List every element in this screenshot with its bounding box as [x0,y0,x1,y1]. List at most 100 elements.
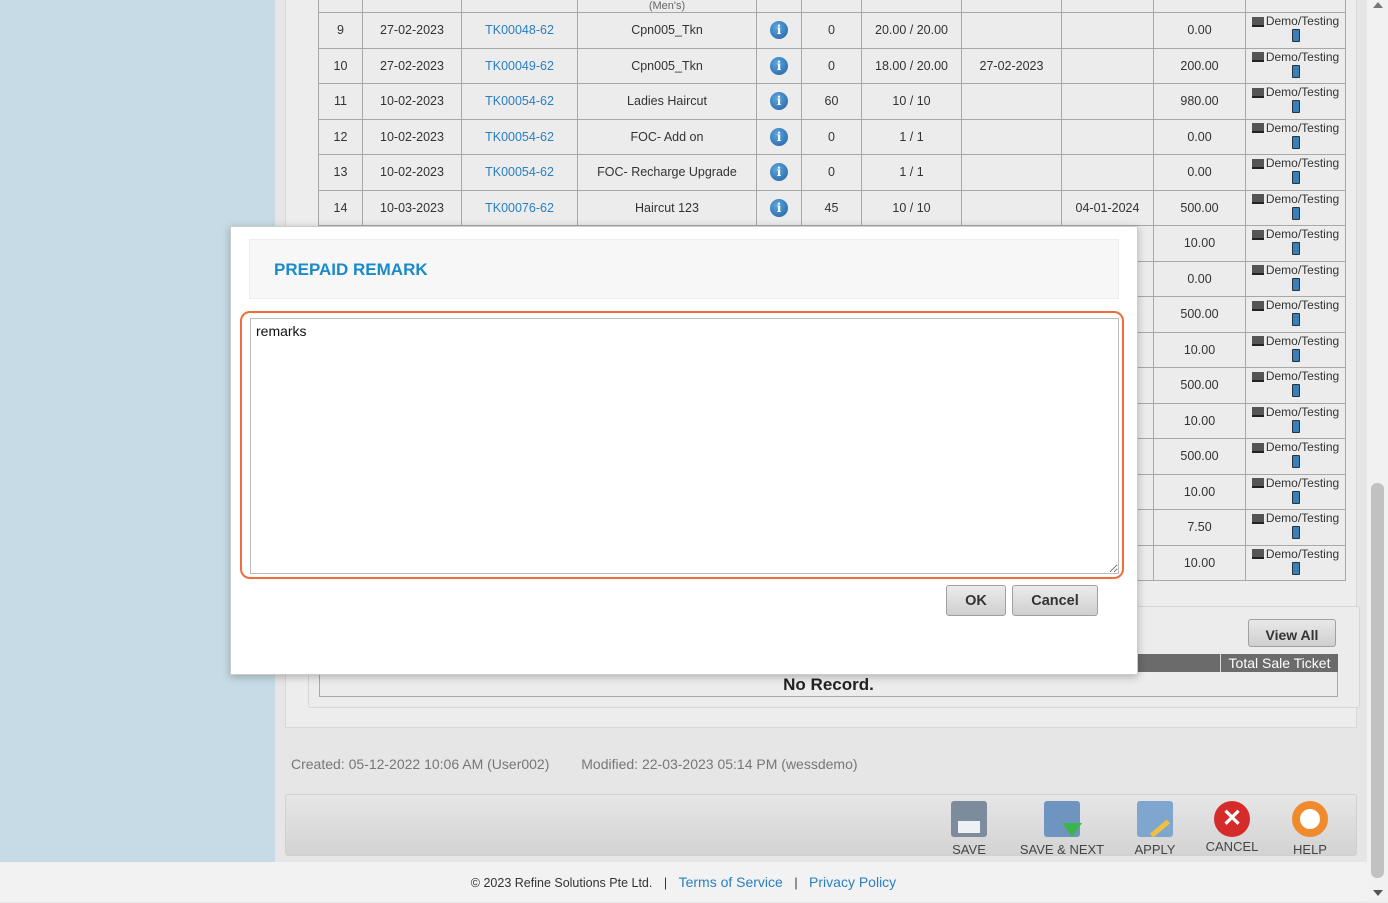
ticket-link[interactable]: TK00054-62 [461,118,578,155]
agent-row: Demo/Testing [1246,156,1345,171]
cell-expiry [1061,118,1154,155]
lifebuoy-icon [1292,801,1328,837]
ticket-link[interactable]: TK00054-62 [461,83,578,120]
cell-amount: 0.00 [1153,154,1246,191]
table-row: 14 10-03-2023 TK00076-62 Haircut 123 i 45 10 /… [318,189,1346,226]
cell-amount: 500.00 [1153,296,1246,333]
agent-info: Demo/Testing [1246,334,1345,366]
agent-name: Demo/Testing [1265,404,1340,419]
agent-name: Demo/Testing [1265,227,1340,242]
partial-cell: (Men's) [577,0,757,13]
agent-row: Demo/Testing [1246,121,1345,136]
partial-cell [961,0,1062,13]
cancel-toolbar-button[interactable]: ✕ CANCEL [1192,801,1272,854]
agent-cell: Demo/Testing [1245,296,1346,333]
phone-icon [1291,100,1300,114]
cell-amount: 10.00 [1153,473,1246,510]
total-sale-ticket-header: Total Sale Ticket [1220,654,1338,672]
laptop-icon [1251,87,1264,98]
phone-icon [1291,64,1300,78]
info-icon[interactable]: i [770,163,788,182]
cell-amount: 500.00 [1153,367,1246,404]
partial-cell [1153,0,1246,13]
laptop-icon [1251,194,1264,205]
phone-icon [1291,455,1300,469]
scroll-down-arrow-icon[interactable] [1373,890,1383,896]
privacy-policy-link[interactable]: Privacy Policy [809,874,896,890]
info-icon[interactable]: i [770,21,788,40]
cell-qty: 60 [801,83,862,120]
scroll-thumb[interactable] [1371,483,1384,878]
cell-amount: 10.00 [1153,402,1246,439]
phone-icon [1291,277,1300,291]
cell-amount: 10.00 [1153,544,1246,581]
agent-info: Demo/Testing [1246,298,1345,330]
agent-row: Demo/Testing [1246,476,1345,491]
cell-date: 10-02-2023 [362,118,462,155]
agent-name: Demo/Testing [1265,14,1340,29]
laptop-icon [1251,407,1264,418]
table-row: 10 27-02-2023 TK00049-62 Cpn005_Tkn i 0 18.00 … [318,47,1346,84]
laptop-icon [1251,265,1264,276]
cell-expiry [1061,12,1154,49]
ok-button[interactable]: OK [946,585,1006,616]
save-label: SAVE [952,842,986,857]
agent-cell: Demo/Testing [1245,83,1346,120]
agent-cell: Demo/Testing [1245,225,1346,262]
cell-expiry [1061,83,1154,120]
phone-icon [1291,135,1300,149]
info-icon[interactable]: i [770,127,788,146]
save-button[interactable]: SAVE [929,801,1009,857]
ticket-link[interactable]: TK00076-62 [461,189,578,226]
cell-date: 10-02-2023 [362,154,462,191]
agent-cell: Demo/Testing [1245,402,1346,439]
cell-expiry [1061,154,1154,191]
cell-amount: 500.00 [1153,189,1246,226]
cell-amount: 0.00 [1153,12,1246,49]
phone-icon [1291,561,1300,575]
agent-cell: Demo/Testing [1245,544,1346,581]
view-all-button[interactable]: View All [1248,619,1336,647]
agent-name: Demo/Testing [1265,475,1340,490]
agent-name: Demo/Testing [1265,49,1340,64]
cell-qty: 0 [801,118,862,155]
page-scrollbar[interactable] [1367,0,1388,902]
prepaid-remark-dialog: PREPAID REMARK remarks OK Cancel [230,226,1138,675]
agent-cell: Demo/Testing [1245,47,1346,84]
ticket-link[interactable]: TK00048-62 [461,12,578,49]
cell-no: 12 [318,118,363,155]
cell-expiry: 04-01-2024 [1061,189,1154,226]
agent-info: Demo/Testing [1246,547,1345,579]
dialog-title: PREPAID REMARK [274,260,428,279]
agent-row: Demo/Testing [1246,440,1345,455]
info-cell: i [756,47,802,84]
scroll-up-arrow-icon[interactable] [1373,2,1383,8]
agent-row: Demo/Testing [1246,405,1345,420]
ticket-link[interactable]: TK00054-62 [461,154,578,191]
terms-of-service-link[interactable]: Terms of Service [679,874,783,890]
agent-cell: Demo/Testing [1245,473,1346,510]
save-next-button[interactable]: SAVE & NEXT [1014,801,1110,857]
phone-icon [1291,242,1300,256]
table-row: 13 10-02-2023 TK00054-62 FOC- Recharge Upgr… [318,154,1346,191]
agent-cell: Demo/Testing [1245,118,1346,155]
info-icon[interactable]: i [770,56,788,75]
agent-name: Demo/Testing [1265,440,1340,455]
agent-name: Demo/Testing [1265,333,1340,348]
help-button[interactable]: HELP [1270,801,1350,857]
laptop-icon [1251,549,1264,560]
cancel-button[interactable]: Cancel [1012,585,1098,616]
phone-icon [1291,384,1300,398]
copyright-text: © 2023 Refine Solutions Pte Ltd. [470,876,653,890]
apply-button[interactable]: APPLY [1115,801,1195,857]
table-row: 12 10-02-2023 TK00054-62 FOC- Add on i 0 1 / 1… [318,118,1346,155]
save-next-icon [1044,801,1082,837]
ticket-link[interactable]: TK00049-62 [461,47,578,84]
phone-icon [1291,29,1300,43]
remarks-textarea[interactable]: remarks [250,318,1119,574]
agent-cell: Demo/Testing [1245,154,1346,191]
info-icon[interactable]: i [770,92,788,111]
info-icon[interactable]: i [770,198,788,217]
cell-balance: 1 / 1 [861,154,962,191]
laptop-icon [1251,16,1264,27]
